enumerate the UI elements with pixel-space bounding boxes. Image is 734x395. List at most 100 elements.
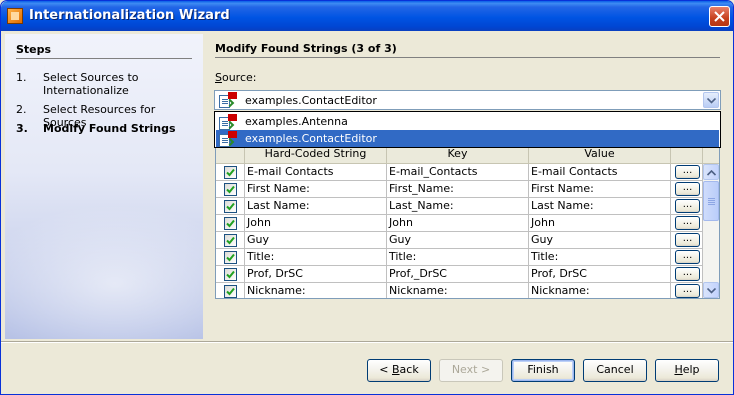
button-bar-divider (1, 341, 733, 343)
java-file-icon (219, 92, 237, 108)
title-bar[interactable]: Internationalization Wizard (1, 1, 733, 31)
cell-hardcoded-string[interactable]: Nickname: (245, 283, 387, 298)
steps-divider (16, 58, 192, 59)
cell-value[interactable]: Guy (529, 232, 671, 249)
close-button[interactable] (709, 6, 730, 27)
table-row[interactable]: Prof, DrSC Prof,_DrSC Prof, DrSC... (216, 266, 703, 283)
scrollbar-thumb[interactable] (703, 181, 719, 221)
column-header-edit[interactable] (671, 147, 703, 163)
cell-key[interactable]: First_Name: (387, 181, 529, 198)
close-icon (714, 11, 725, 22)
cell-hardcoded-string[interactable]: E-mail Contacts (245, 164, 387, 181)
include-checkbox[interactable] (224, 234, 237, 247)
checkmark-icon (226, 185, 235, 194)
source-dropdown-list: examples.Antenna examples.ContactEditor (214, 111, 721, 148)
step-number: 2. (16, 103, 27, 116)
vertical-scrollbar[interactable] (703, 164, 719, 298)
edit-value-button[interactable]: ... (675, 233, 700, 247)
java-file-icon (219, 114, 237, 130)
cell-hardcoded-string[interactable]: Guy (245, 232, 387, 249)
cell-key[interactable]: Prof,_DrSC (387, 266, 529, 283)
edit-value-button[interactable]: ... (675, 182, 700, 196)
cell-value[interactable]: First Name: (529, 181, 671, 198)
cell-value[interactable]: Last Name: (529, 198, 671, 215)
checkmark-icon (226, 236, 235, 245)
page-title: Modify Found Strings (3 of 3) (215, 42, 397, 55)
cell-checkbox (216, 198, 245, 215)
table-row[interactable]: Title: Title: Title:... (216, 249, 703, 266)
cell-checkbox (216, 164, 245, 181)
edit-value-button[interactable]: ... (675, 267, 700, 281)
include-checkbox[interactable] (224, 200, 237, 213)
table-row[interactable]: Nickname: Nickname: Nickname:... (216, 283, 703, 298)
include-checkbox[interactable] (224, 268, 237, 281)
edit-value-button[interactable]: ... (675, 165, 700, 179)
title-divider (215, 57, 720, 58)
checkmark-icon (226, 219, 235, 228)
source-label: Source: (215, 71, 257, 84)
cell-value[interactable]: Prof, DrSC (529, 266, 671, 283)
cell-value[interactable]: Title: (529, 249, 671, 266)
column-header-string[interactable]: Hard-Coded String (245, 147, 387, 163)
chevron-down-icon (707, 98, 716, 104)
checkmark-icon (226, 270, 235, 279)
cell-key[interactable]: Last_Name: (387, 198, 529, 215)
table-header: Hard-Coded String Key Value (216, 147, 719, 164)
cell-hardcoded-string[interactable]: Last Name: (245, 198, 387, 215)
column-header-value[interactable]: Value (529, 147, 671, 163)
table-row[interactable]: John John John... (216, 215, 703, 232)
checkmark-icon (226, 287, 235, 296)
cell-key[interactable]: E-mail_Contacts (387, 164, 529, 181)
scroll-up-button[interactable] (703, 164, 719, 180)
cell-checkbox (216, 215, 245, 232)
scroll-down-button[interactable] (703, 282, 719, 298)
back-button[interactable]: < Back (367, 359, 431, 382)
cell-key[interactable]: John (387, 215, 529, 232)
table-row[interactable]: First Name: First_Name: First Name:... (216, 181, 703, 198)
edit-value-button[interactable]: ... (675, 284, 700, 298)
checkmark-icon (226, 202, 235, 211)
source-combobox[interactable]: examples.ContactEditor (214, 90, 721, 110)
include-checkbox[interactable] (224, 166, 237, 179)
cell-hardcoded-string[interactable]: Prof, DrSC (245, 266, 387, 283)
cancel-button[interactable]: Cancel (583, 359, 647, 382)
dropdown-option[interactable]: examples.Antenna (216, 113, 719, 130)
window-title: Internationalization Wizard (29, 8, 230, 23)
cell-key[interactable]: Title: (387, 249, 529, 266)
finish-button[interactable]: Finish (511, 359, 575, 382)
checkmark-icon (226, 168, 235, 177)
steps-heading: Steps (16, 43, 52, 56)
cell-key[interactable]: Guy (387, 232, 529, 249)
next-button[interactable]: Next > (439, 359, 503, 382)
cell-checkbox (216, 181, 245, 198)
edit-value-button[interactable]: ... (675, 250, 700, 264)
step-number: 3. (16, 122, 28, 135)
decorative-wave (5, 204, 203, 339)
cell-checkbox (216, 283, 245, 298)
checkmark-icon (226, 253, 235, 262)
column-header-key[interactable]: Key (387, 147, 529, 163)
edit-value-button[interactable]: ... (675, 216, 700, 230)
cell-hardcoded-string[interactable]: John (245, 215, 387, 232)
cell-hardcoded-string[interactable]: Title: (245, 249, 387, 266)
cell-value[interactable]: E-mail Contacts (529, 164, 671, 181)
column-header-checkbox[interactable] (216, 147, 245, 163)
table-row[interactable]: Last Name: Last_Name: Last Name:... (216, 198, 703, 215)
cell-key[interactable]: Nickname: (387, 283, 529, 298)
include-checkbox[interactable] (224, 285, 237, 298)
table-row[interactable]: Guy Guy Guy... (216, 232, 703, 249)
cell-hardcoded-string[interactable]: First Name: (245, 181, 387, 198)
include-checkbox[interactable] (224, 183, 237, 196)
table-row[interactable]: E-mail Contacts E-mail_Contacts E-mail Con… (216, 164, 703, 181)
combobox-dropdown-button[interactable] (703, 92, 719, 108)
include-checkbox[interactable] (224, 217, 237, 230)
cell-value[interactable]: John (529, 215, 671, 232)
help-button[interactable]: Help (655, 359, 719, 382)
include-checkbox[interactable] (224, 251, 237, 264)
wizard-window: Internationalization Wizard Steps 1. Sel… (0, 0, 734, 395)
cell-value[interactable]: Nickname: (529, 283, 671, 298)
step-label: Select Sources to Internationalize (43, 71, 139, 97)
dropdown-option-label: examples.Antenna (245, 115, 348, 128)
dropdown-option-selected[interactable]: examples.ContactEditor (216, 130, 719, 147)
edit-value-button[interactable]: ... (675, 199, 700, 213)
